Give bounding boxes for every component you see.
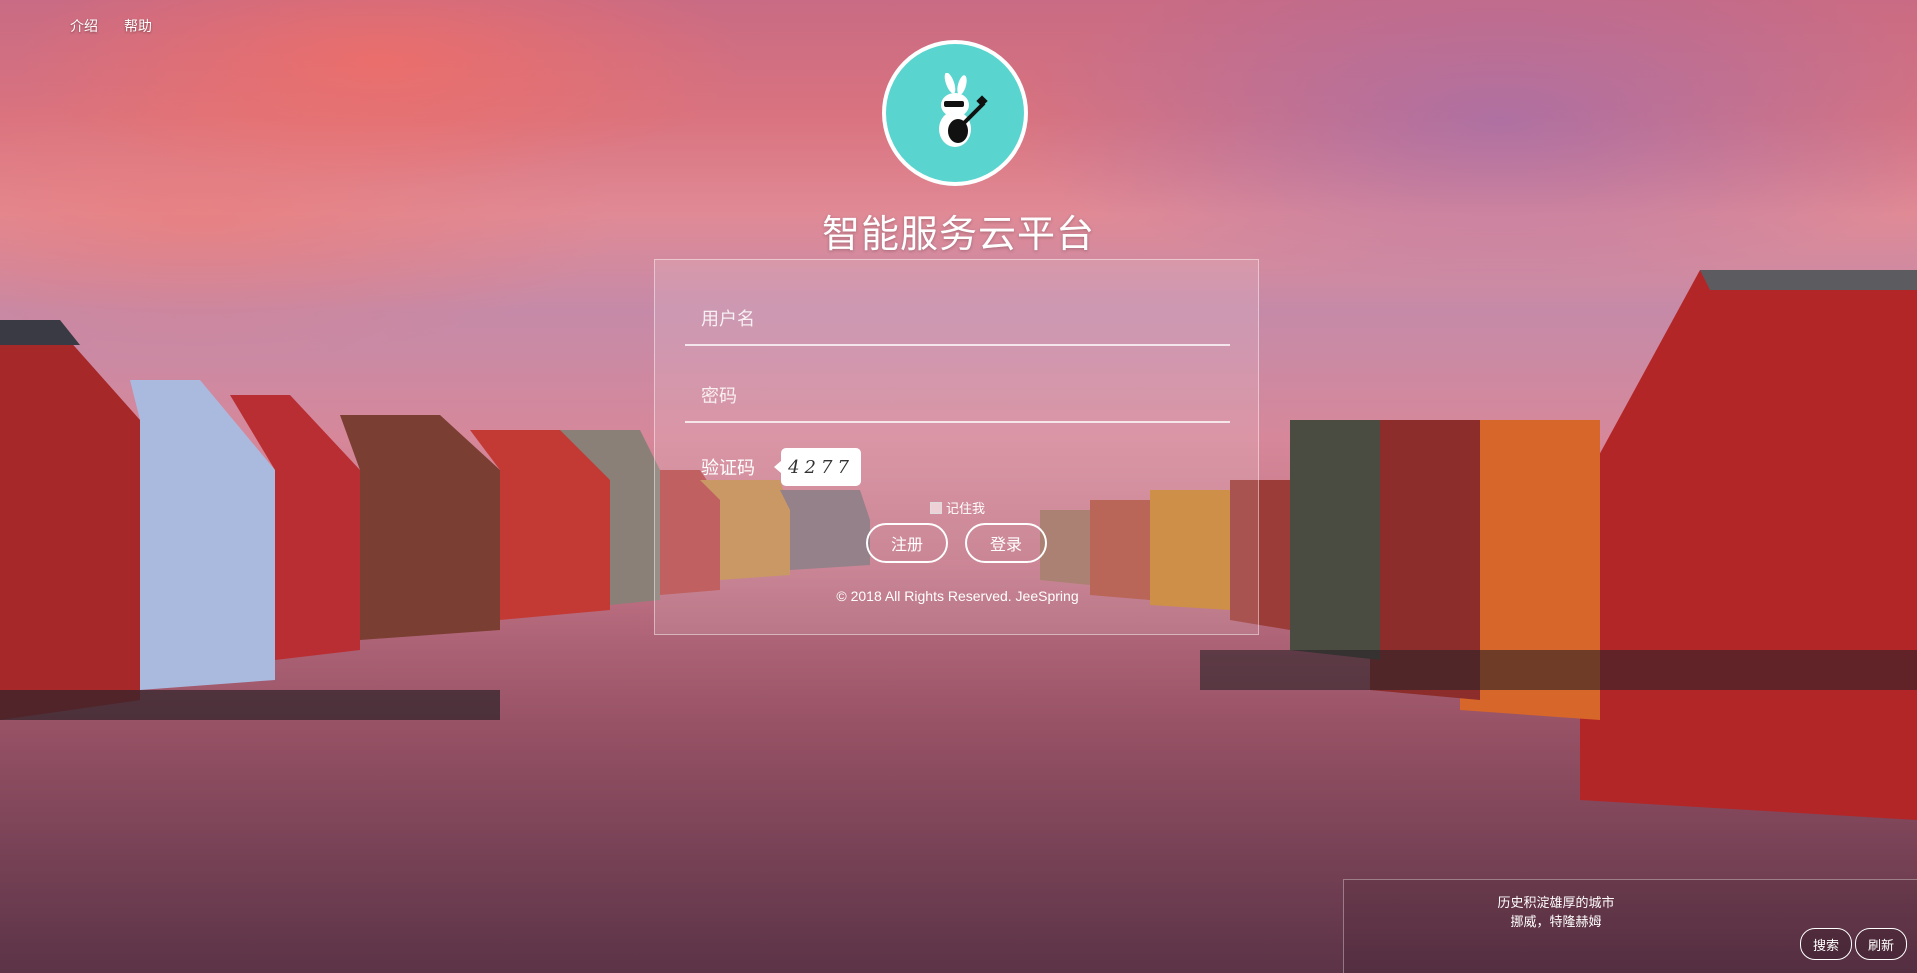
nav-help-link[interactable]: 帮助 [124, 16, 152, 36]
login-page: 介绍 帮助 智能服务云平台 验证码 4277 记住我 [0, 0, 1917, 973]
password-field [685, 371, 1230, 423]
search-button[interactable]: 搜索 [1800, 928, 1852, 960]
caption-title: 历史积淀雄厚的城市 [1497, 895, 1615, 910]
remember-me: 记住我 [930, 498, 985, 517]
register-button[interactable]: 注册 [866, 523, 948, 563]
nav-intro-link[interactable]: 介绍 [70, 16, 98, 36]
captcha-row: 验证码 4277 [685, 445, 861, 489]
top-nav: 介绍 帮助 [70, 16, 152, 36]
background-caption: 历史积淀雄厚的城市 挪威，特隆赫姆 搜索 刷新 [1343, 879, 1917, 973]
username-field [685, 294, 1230, 346]
app-title: 智能服务云平台 [821, 214, 1095, 256]
remember-checkbox[interactable] [930, 501, 942, 514]
captcha-label[interactable]: 验证码 [685, 454, 781, 480]
copyright-text: © 2018 All Rights Reserved. JeeSpring [836, 588, 1079, 604]
refresh-button[interactable]: 刷新 [1855, 928, 1907, 960]
remember-label[interactable]: 记住我 [946, 498, 985, 517]
rabbit-guitar-icon [939, 73, 988, 147]
username-input[interactable] [685, 294, 1230, 344]
captcha-image[interactable]: 4277 [774, 448, 861, 486]
login-panel: 验证码 4277 记住我 注册 登录 © 2018 All Rights Res… [654, 259, 1259, 635]
password-input[interactable] [685, 371, 1230, 421]
app-logo [882, 40, 1028, 186]
login-button[interactable]: 登录 [965, 523, 1047, 563]
